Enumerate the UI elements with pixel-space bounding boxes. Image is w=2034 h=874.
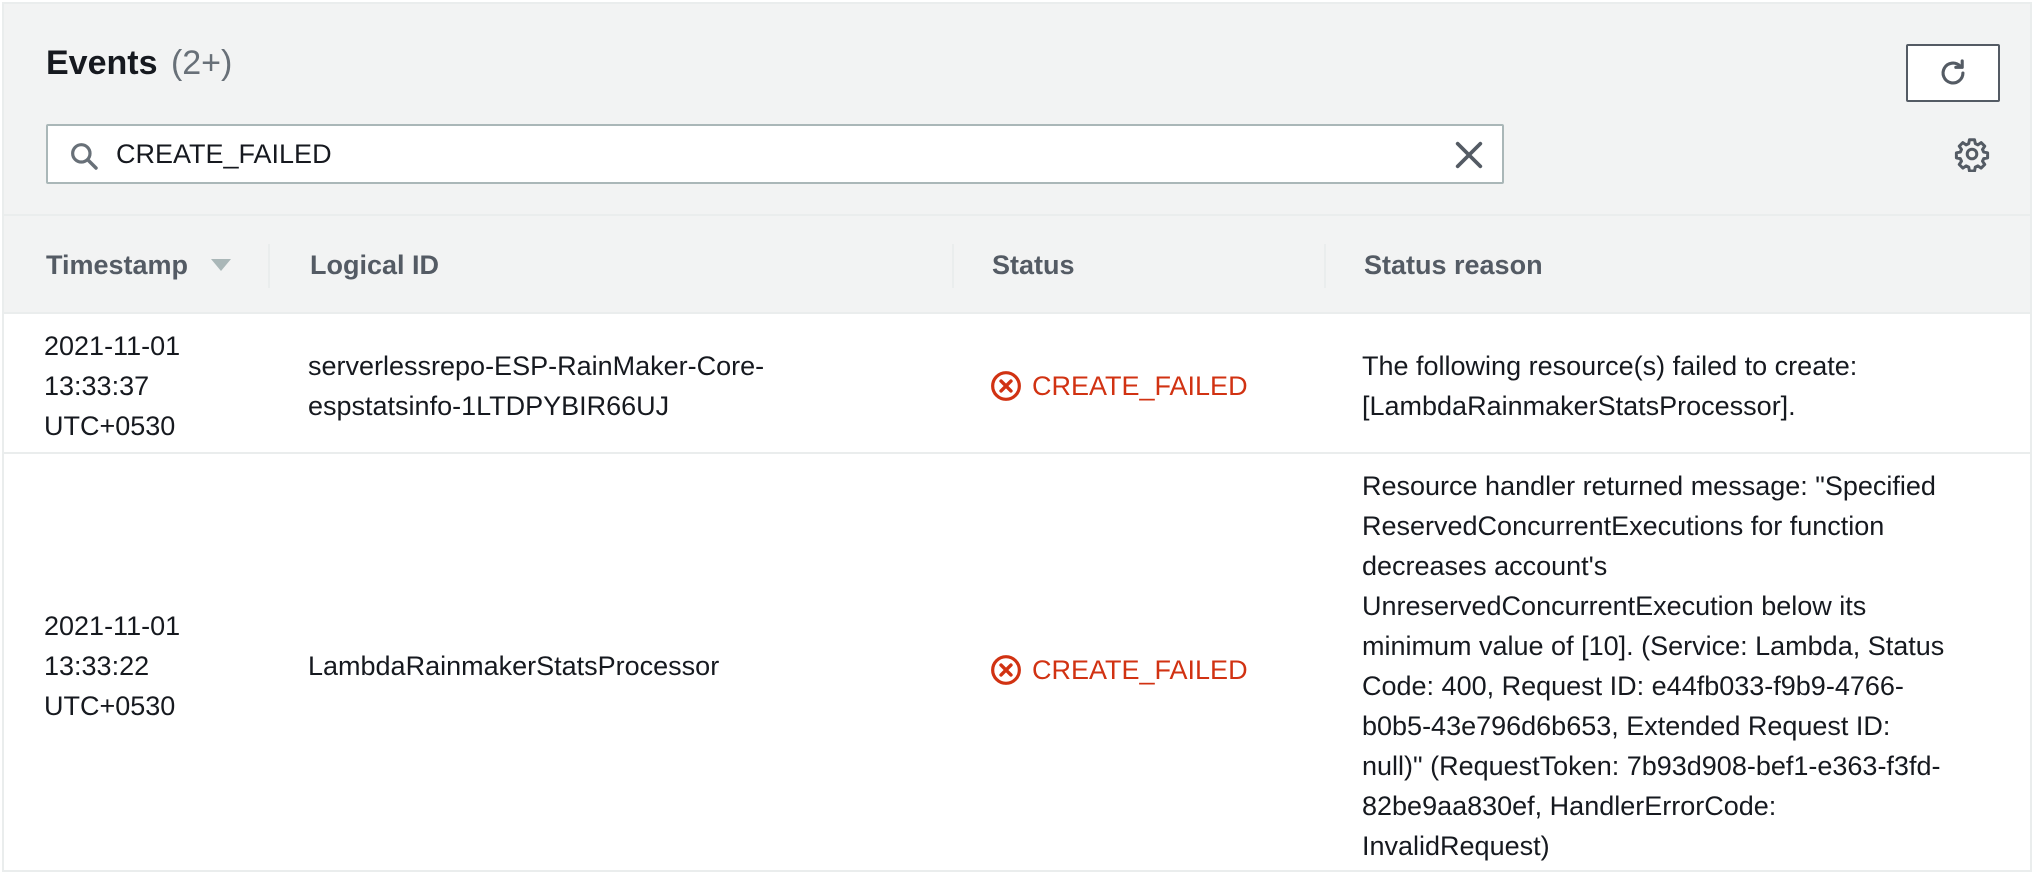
close-icon[interactable] [1452, 138, 1486, 172]
column-label: Status reason [1364, 250, 1543, 280]
events-header: Events (2+) [4, 4, 2030, 216]
status-reason-line: 82be9aa830ef, HandlerErrorCode: [1362, 791, 1777, 821]
logical-id-cell: LambdaRainmakerStatsProcessor [308, 646, 719, 686]
refresh-icon [1941, 59, 1965, 85]
page-title: Events (2+) [46, 44, 232, 83]
status-reason-line: UnreservedConcurrentExecution below its [1362, 591, 1867, 621]
status-text: CREATE_FAILED [1032, 371, 1248, 401]
gear-icon[interactable] [1954, 136, 1990, 172]
error-icon [991, 655, 1021, 685]
column-header-logical-id[interactable]: Logical ID [310, 250, 439, 281]
column-divider[interactable] [1324, 244, 1326, 288]
status-reason-line: null)" (RequestToken: 7b93d908-bef1-e363… [1362, 751, 1941, 781]
error-icon [991, 371, 1021, 401]
logical-id-cell: serverlessrepo-ESP-RainMaker-Core- espst… [308, 346, 764, 426]
timestamp-time: 13:33:37 [44, 371, 150, 401]
logical-id-line: espstatsinfo-1LTDPYBIR66UJ [308, 391, 670, 421]
events-panel: Events (2+) Timestamp [2, 2, 2032, 872]
status-badge: CREATE_FAILED [990, 366, 1248, 406]
sort-descending-icon[interactable] [210, 257, 232, 273]
status-reason-cell: Resource handler returned message: "Spec… [1362, 466, 1944, 866]
status-reason-line: decreases account's [1362, 551, 1608, 581]
logical-id-line: serverlessrepo-ESP-RainMaker-Core- [308, 351, 765, 381]
timestamp-time: 13:33:22 [44, 651, 150, 681]
timestamp-cell: 2021-11-01 13:33:22 UTC+0530 [44, 606, 180, 726]
status-reason-line: Code: 400, Request ID: e44fb033-f9b9-476… [1362, 671, 1904, 701]
status-reason-line: InvalidRequest) [1362, 831, 1550, 861]
search-input[interactable] [116, 132, 1416, 176]
table-header: Timestamp Logical ID Status Status reaso… [4, 216, 2030, 314]
search-box [46, 124, 1504, 184]
timestamp-cell: 2021-11-01 13:33:37 UTC+0530 [44, 326, 180, 446]
status-text: CREATE_FAILED [1032, 655, 1248, 685]
status-reason-line: minimum value of [10]. (Service: Lambda,… [1362, 631, 1945, 661]
column-label: Status [992, 250, 1075, 280]
timestamp-zone: UTC+0530 [44, 691, 176, 721]
column-header-timestamp[interactable]: Timestamp [46, 250, 232, 281]
table-row: 2021-11-01 13:33:37 UTC+0530 serverlessr… [4, 314, 2030, 454]
timestamp-date: 2021-11-01 [44, 331, 181, 361]
timestamp-date: 2021-11-01 [44, 611, 181, 641]
column-label: Logical ID [310, 250, 440, 280]
logical-id-line: LambdaRainmakerStatsProcessor [308, 651, 720, 681]
status-reason-cell: The following resource(s) failed to crea… [1362, 346, 1857, 426]
column-header-status-reason[interactable]: Status reason [1364, 250, 1543, 281]
column-divider[interactable] [952, 244, 954, 288]
status-badge: CREATE_FAILED [990, 650, 1248, 690]
table-row: 2021-11-01 13:33:22 UTC+0530 LambdaRainm… [4, 454, 2030, 874]
event-count: (2+) [170, 44, 233, 82]
status-reason-line: [LambdaRainmakerStatsProcessor]. [1362, 391, 1796, 421]
status-reason-line: Resource handler returned message: "Spec… [1362, 471, 1936, 501]
column-divider[interactable] [268, 244, 270, 288]
status-reason-line: ReservedConcurrentExecutions for functio… [1362, 511, 1885, 541]
timestamp-zone: UTC+0530 [44, 411, 176, 441]
search-icon [71, 143, 98, 170]
column-label: Timestamp [46, 250, 189, 280]
title-text: Events [46, 44, 158, 82]
status-reason-line: The following resource(s) failed to crea… [1362, 351, 1858, 381]
refresh-button[interactable] [1906, 44, 2000, 102]
status-reason-line: b0b5-43e796d6b653, Extended Request ID: [1362, 711, 1891, 741]
column-header-status[interactable]: Status [992, 250, 1075, 281]
